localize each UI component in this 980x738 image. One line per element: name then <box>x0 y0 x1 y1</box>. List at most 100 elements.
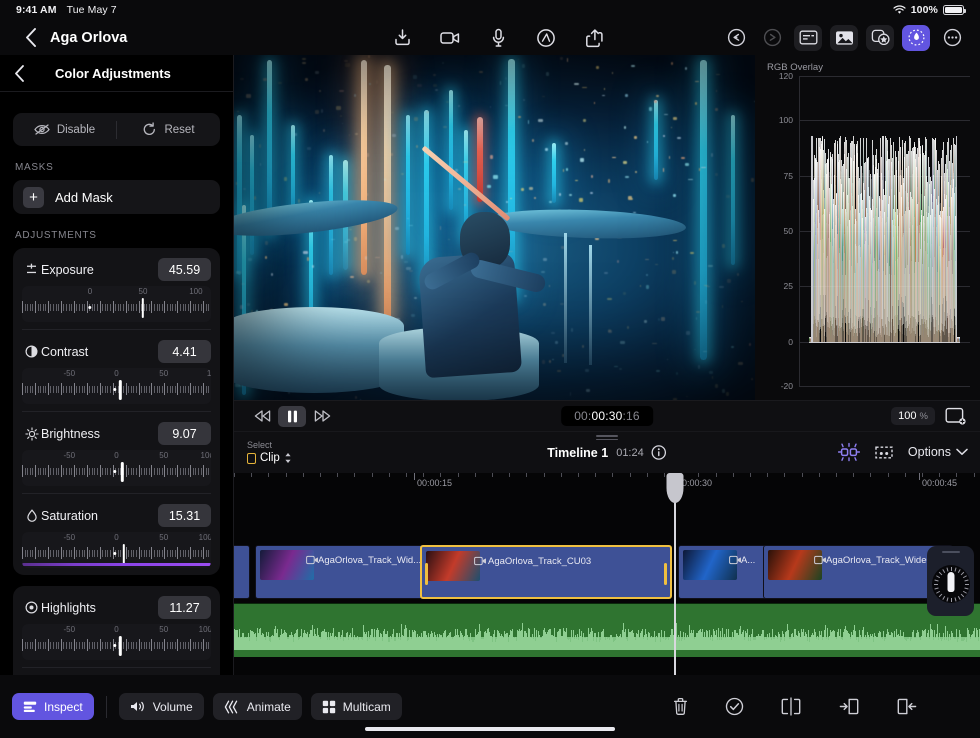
select-value-row[interactable]: Clip <box>247 452 292 464</box>
playhead[interactable] <box>674 473 676 675</box>
inspect-button[interactable]: Inspect <box>12 693 94 720</box>
zoom-unit: % <box>920 411 928 422</box>
zoom-value: 100 <box>898 410 916 422</box>
video-clip-icon <box>306 555 318 564</box>
slider-ticks <box>22 639 211 652</box>
trim-end-icon[interactable] <box>896 697 918 716</box>
adjustment-highlights: Highlights11.27-50050100 <box>22 586 211 667</box>
inspector-scroll[interactable]: Disable Reset MASKS + Add Mask ADJUSTMEN… <box>0 92 233 738</box>
storyboard-icon[interactable] <box>873 443 895 462</box>
selection-mode[interactable]: Select Clip <box>247 440 292 464</box>
timeline-clip[interactable]: AgaOrlova_Track_Wid... <box>255 545 432 599</box>
fast-forward-icon[interactable] <box>308 406 336 427</box>
adjustment-value[interactable]: 15.31 <box>158 504 211 527</box>
undo-icon[interactable] <box>722 25 750 51</box>
transport-right: 100 % <box>891 407 966 425</box>
animate-button[interactable]: Animate <box>213 693 302 720</box>
divider <box>106 696 107 718</box>
animate-icon <box>224 700 240 714</box>
titles-icon[interactable] <box>794 25 822 51</box>
timecode-display[interactable]: 00:00:30:16 <box>561 406 653 426</box>
panel-resize-handle[interactable] <box>596 435 618 442</box>
trash-icon[interactable] <box>672 697 689 716</box>
status-bar: 9:41 AM Tue May 7 100% <box>0 0 980 20</box>
slider-scale-labels: 050100 <box>22 287 211 298</box>
timeline-duration: 01:24 <box>616 447 644 459</box>
video-preview[interactable] <box>234 55 755 400</box>
timeline-clip[interactable]: AgaOrlova_Track_CU03 <box>420 545 672 599</box>
adjustments-card-primary: Exposure45.59050100Contrast4.41-500501Br… <box>13 248 220 575</box>
adjustment-slider[interactable]: -50050100 <box>22 624 211 660</box>
timeline-ruler[interactable]: 00:00:1500:00:3000:00:45 <box>234 473 980 491</box>
adjustment-label: Brightness <box>41 427 100 441</box>
adjustments-section-label: ADJUSTMENTS <box>15 230 220 241</box>
audio-waveform <box>234 624 980 650</box>
multicam-button[interactable]: Multicam <box>311 693 402 720</box>
adjustment-value[interactable]: 11.27 <box>158 596 211 619</box>
jog-dial-needle <box>947 572 954 592</box>
adjustment-label: Exposure <box>41 263 94 277</box>
adjustment-value[interactable]: 4.41 <box>158 340 211 363</box>
inspector-back-button[interactable] <box>14 65 25 82</box>
animate-label: Animate <box>247 700 291 714</box>
adjustment-slider[interactable]: -500501 <box>22 368 211 404</box>
highlights-icon <box>22 601 41 614</box>
expand-view-icon[interactable] <box>945 407 966 425</box>
magnetic-timeline-icon[interactable] <box>838 442 860 462</box>
adjustment-saturation: Saturation15.31 -50050100 <box>22 493 211 575</box>
jog-dial[interactable] <box>927 546 974 616</box>
info-circle-icon[interactable] <box>652 445 667 460</box>
media-library-icon[interactable] <box>830 25 858 51</box>
rewind-icon[interactable] <box>248 406 276 427</box>
jog-dial-face[interactable] <box>932 565 970 603</box>
options-button[interactable]: Options <box>908 445 968 459</box>
timeline-clip[interactable]: A... <box>678 545 770 599</box>
checkmark-circle-icon[interactable] <box>725 697 744 716</box>
effects-icon[interactable] <box>866 25 894 51</box>
split-clip-icon[interactable] <box>780 697 802 716</box>
top-toolbar: Aga Orlova <box>0 20 980 55</box>
battery-icon <box>943 5 964 15</box>
camera-icon[interactable] <box>438 26 462 50</box>
zoom-level[interactable]: 100 % <box>891 407 935 425</box>
timeline-clip[interactable]: Ag... <box>234 545 250 599</box>
redo-icon[interactable] <box>758 25 786 51</box>
share-icon[interactable] <box>582 26 606 50</box>
timeline-clip[interactable]: AgaOrlova_Track_Wide0 <box>763 545 953 599</box>
timeline-name: Timeline 1 <box>547 446 608 460</box>
adjustment-slider[interactable]: 050100 <box>22 286 211 322</box>
rgb-overlay-scope[interactable]: RGB Overlay 1201007550250-20 <box>755 55 980 400</box>
reset-button[interactable]: Reset <box>117 122 220 137</box>
playhead-handle[interactable] <box>666 473 683 503</box>
adjustment-value[interactable]: 45.59 <box>158 258 211 281</box>
add-mask-button[interactable]: + Add Mask <box>13 180 220 214</box>
import-icon[interactable] <box>390 26 414 50</box>
adjustment-row: Saturation15.31 <box>22 503 211 528</box>
trim-start-icon[interactable] <box>838 697 860 716</box>
back-button[interactable] <box>16 28 46 47</box>
disable-reset-row: Disable Reset <box>13 113 220 146</box>
adjustment-slider[interactable]: -50050100 <box>22 450 211 486</box>
volume-button[interactable]: Volume <box>119 693 204 720</box>
magic-wand-icon[interactable] <box>534 26 558 50</box>
timeline-body[interactable]: 00:00:1500:00:3000:00:45 Ag... AgaOrlova_… <box>234 473 980 675</box>
microphone-icon[interactable] <box>486 26 510 50</box>
audio-track[interactable] <box>234 603 980 657</box>
adjustment-exposure: Exposure 45.59 050100 <box>22 248 211 329</box>
pause-icon[interactable] <box>278 406 306 427</box>
video-clip-icon <box>814 555 826 564</box>
color-adjust-icon[interactable] <box>902 25 930 51</box>
more-options-icon[interactable] <box>938 25 966 51</box>
top-toolbar-right <box>722 25 966 51</box>
disable-button[interactable]: Disable <box>13 123 116 136</box>
bottom-toolbar-left: Inspect Volume Animate Multicam <box>0 693 402 720</box>
inspector-panel: Color Adjustments Disable Reset <box>0 55 234 738</box>
adjustment-slider[interactable]: -50050100 <box>22 532 211 568</box>
adjustment-row: Brightness 9.07 <box>22 421 211 446</box>
adjustment-value[interactable]: 9.07 <box>158 422 211 445</box>
status-bar-right: 100% <box>893 4 964 16</box>
volume-label: Volume <box>153 700 193 714</box>
video-track[interactable]: Ag...AgaOrlova_Track_Wid...AgaOrlova_Tra… <box>234 545 980 599</box>
slider-scale-labels: -50050100 <box>22 451 211 462</box>
bottom-toolbar-right <box>672 697 980 716</box>
